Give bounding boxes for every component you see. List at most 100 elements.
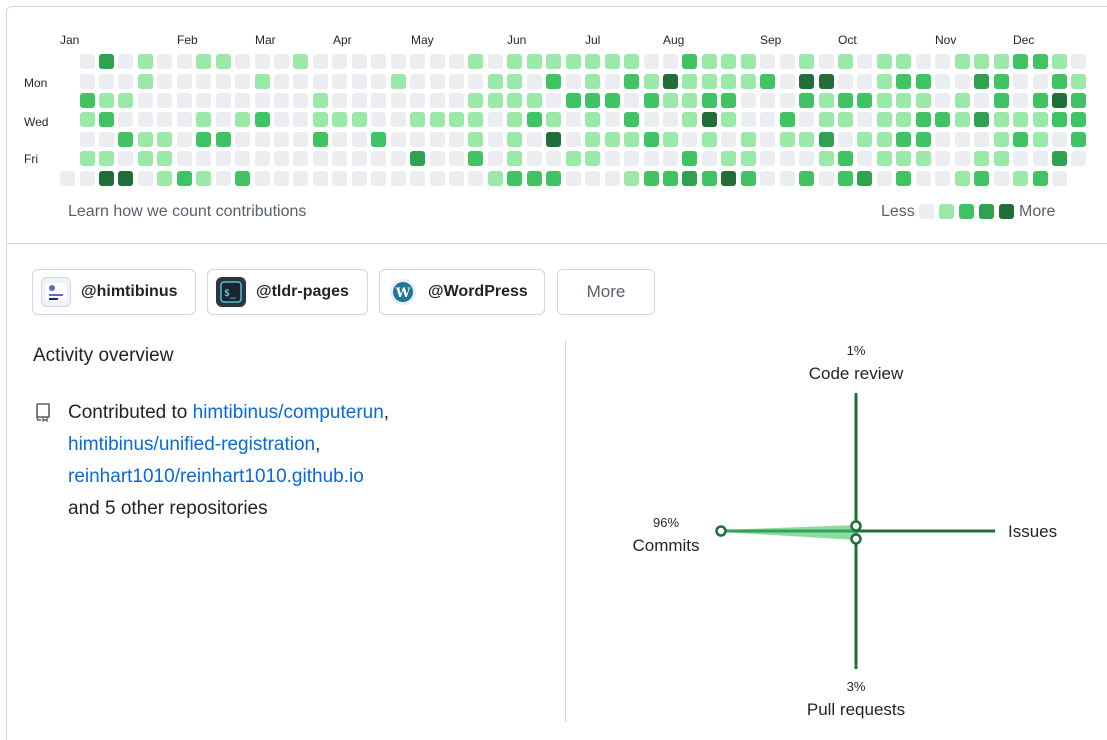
contribution-day[interactable] <box>974 131 990 147</box>
contribution-day[interactable] <box>818 112 834 128</box>
contribution-day[interactable] <box>157 73 173 89</box>
contribution-day[interactable] <box>954 92 970 108</box>
contribution-day[interactable] <box>818 73 834 89</box>
contribution-day[interactable] <box>643 151 659 167</box>
contribution-day[interactable] <box>1051 170 1067 186</box>
contribution-day[interactable] <box>293 170 309 186</box>
learn-contributions-link[interactable]: Learn how we count contributions <box>68 203 306 221</box>
contribution-day[interactable] <box>273 170 289 186</box>
contribution-day[interactable] <box>137 112 153 128</box>
contribution-day[interactable] <box>410 131 426 147</box>
contribution-day[interactable] <box>526 131 542 147</box>
contribution-day[interactable] <box>390 73 406 89</box>
contribution-day[interactable] <box>993 112 1009 128</box>
contribution-day[interactable] <box>838 92 853 108</box>
contribution-day[interactable] <box>312 92 328 108</box>
repo-link[interactable]: himtibinus/unified-registration <box>68 434 315 455</box>
contribution-day[interactable] <box>760 131 776 147</box>
contribution-day[interactable] <box>235 131 250 147</box>
contribution-day[interactable] <box>585 151 601 167</box>
contribution-day[interactable] <box>429 131 445 147</box>
contribution-day[interactable] <box>390 131 406 147</box>
contribution-day[interactable] <box>429 54 445 69</box>
org-button-tldr-pages[interactable]: $_ @tldr-pages <box>207 269 368 315</box>
contribution-day[interactable] <box>390 54 406 69</box>
contribution-day[interactable] <box>118 92 134 108</box>
contribution-day[interactable] <box>779 112 795 128</box>
contribution-day[interactable] <box>449 112 464 128</box>
contribution-day[interactable] <box>701 151 717 167</box>
contribution-day[interactable] <box>118 170 134 186</box>
contribution-day[interactable] <box>449 151 464 167</box>
contribution-day[interactable] <box>662 170 678 186</box>
contribution-day[interactable] <box>857 73 873 89</box>
contribution-day[interactable] <box>624 54 639 69</box>
contribution-day[interactable] <box>779 170 795 186</box>
contribution-day[interactable] <box>876 73 892 89</box>
contribution-day[interactable] <box>818 151 834 167</box>
contribution-day[interactable] <box>565 92 581 108</box>
contribution-day[interactable] <box>1013 131 1028 147</box>
contribution-day[interactable] <box>799 131 815 147</box>
contribution-day[interactable] <box>857 151 873 167</box>
contribution-day[interactable] <box>215 170 231 186</box>
contribution-day[interactable] <box>507 170 523 186</box>
contribution-day[interactable] <box>526 151 542 167</box>
contribution-day[interactable] <box>876 54 892 69</box>
contribution-day[interactable] <box>254 112 270 128</box>
contribution-day[interactable] <box>468 92 484 108</box>
contribution-day[interactable] <box>701 170 717 186</box>
contribution-day[interactable] <box>429 73 445 89</box>
contribution-day[interactable] <box>273 131 289 147</box>
contribution-day[interactable] <box>604 73 620 89</box>
contribution-day[interactable] <box>935 92 951 108</box>
contribution-day[interactable] <box>818 170 834 186</box>
contribution-day[interactable] <box>993 92 1009 108</box>
contribution-day[interactable] <box>332 151 348 167</box>
contribution-day[interactable] <box>876 112 892 128</box>
contribution-day[interactable] <box>585 54 601 69</box>
contribution-day[interactable] <box>604 131 620 147</box>
contribution-day[interactable] <box>818 54 834 69</box>
contribution-day[interactable] <box>1051 112 1067 128</box>
contribution-day[interactable] <box>624 73 639 89</box>
contribution-day[interactable] <box>332 131 348 147</box>
contribution-day[interactable] <box>701 112 717 128</box>
contribution-day[interactable] <box>760 170 776 186</box>
contribution-day[interactable] <box>662 131 678 147</box>
contribution-day[interactable] <box>215 112 231 128</box>
contribution-day[interactable] <box>487 92 503 108</box>
contribution-day[interactable] <box>896 54 912 69</box>
contribution-day[interactable] <box>487 151 503 167</box>
contribution-day[interactable] <box>876 170 892 186</box>
contribution-day[interactable] <box>79 92 95 108</box>
contribution-day[interactable] <box>390 112 406 128</box>
contribution-day[interactable] <box>215 73 231 89</box>
contribution-day[interactable] <box>429 112 445 128</box>
contribution-day[interactable] <box>79 112 95 128</box>
contribution-day[interactable] <box>254 170 270 186</box>
contribution-day[interactable] <box>838 151 853 167</box>
contribution-day[interactable] <box>1032 54 1048 69</box>
contribution-day[interactable] <box>390 151 406 167</box>
contribution-day[interactable] <box>487 170 503 186</box>
contribution-day[interactable] <box>118 151 134 167</box>
org-button-himtibinus[interactable]: @himtibinus <box>32 269 196 315</box>
contribution-day[interactable] <box>312 151 328 167</box>
contribution-day[interactable] <box>332 170 348 186</box>
contribution-day[interactable] <box>1013 73 1028 89</box>
contribution-day[interactable] <box>235 92 250 108</box>
contribution-day[interactable] <box>799 170 815 186</box>
contribution-day[interactable] <box>215 92 231 108</box>
contribution-day[interactable] <box>799 73 815 89</box>
contribution-day[interactable] <box>429 170 445 186</box>
contribution-day[interactable] <box>215 131 231 147</box>
contribution-day[interactable] <box>235 54 250 69</box>
contribution-day[interactable] <box>137 131 153 147</box>
contribution-day[interactable] <box>487 112 503 128</box>
contribution-day[interactable] <box>662 151 678 167</box>
contribution-day[interactable] <box>838 112 853 128</box>
contribution-day[interactable] <box>838 54 853 69</box>
contribution-day[interactable] <box>779 54 795 69</box>
contribution-day[interactable] <box>643 54 659 69</box>
